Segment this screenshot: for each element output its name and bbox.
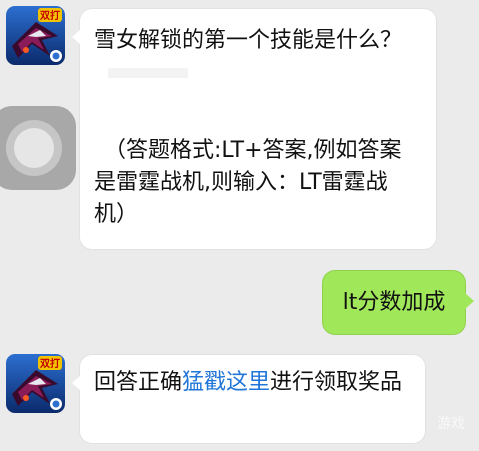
question-bubble[interactable]: 雪女解锁的第一个技能是什么？ （答题格式:LT+答案,例如答案是雷霆战机,则输入… [72,9,436,249]
game-avatar-icon: 双打 [6,354,65,413]
bot-avatar[interactable]: 双打 [6,6,65,65]
reply-suffix: 进行领取奖品 [270,370,403,395]
user-answer-text: lt分数加成 [342,290,446,315]
game-avatar-icon: 双打 [6,6,65,65]
svg-text:双打: 双打 [40,357,60,370]
answer-format-hint: （答题格式:LT+答案,例如答案是雷霆战机,则输入：LT雷霆战机） [94,138,402,227]
bot-avatar[interactable]: 双打 [6,354,65,413]
blurred-area [108,68,188,78]
watermark: 游戏 [437,416,465,432]
svg-text:双打: 双打 [40,9,60,22]
assistive-touch-icon[interactable] [0,106,76,190]
user-answer-bubble[interactable]: lt分数加成 [323,271,474,334]
claim-prize-link[interactable]: 猛戳这里 [182,370,270,395]
question-text: 雪女解锁的第一个技能是什么？ [94,25,418,89]
assistive-touch-core [14,128,54,168]
reply-bubble[interactable]: 回答正确猛戳这里进行领取奖品 [72,355,425,443]
reply-prefix: 回答正确 [94,370,183,395]
